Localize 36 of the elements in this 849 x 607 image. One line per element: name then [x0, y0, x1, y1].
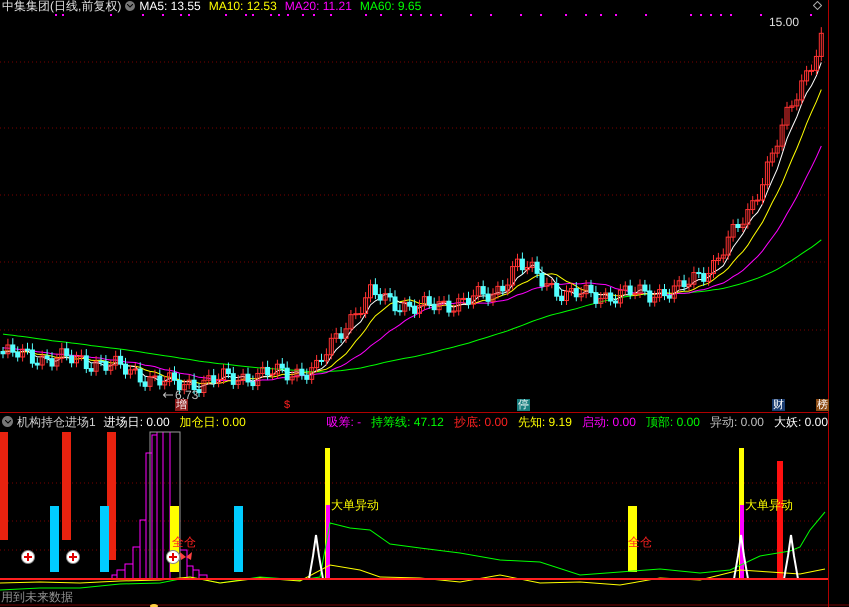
- spike-line: [308, 534, 324, 580]
- dropdown-icon[interactable]: [2, 416, 13, 427]
- event-marker[interactable]: 增: [175, 399, 188, 411]
- indicator-readout: 抄底: 0.00: [454, 414, 508, 428]
- ma-legend-value: MA5: 13.55: [139, 0, 201, 13]
- plus-icon: [66, 550, 80, 564]
- ma-legend-value: MA60: 9.65: [360, 0, 422, 13]
- indicator-title: 机构持仓进场1: [17, 414, 96, 428]
- indicator-readout: 大妖: 0.00: [774, 414, 828, 428]
- footer-note: 用到未来数据: [1, 590, 73, 604]
- arrow-icon: [163, 392, 173, 398]
- event-marker[interactable]: 停: [517, 399, 530, 411]
- spike-line: [783, 534, 799, 580]
- indicator-readout: 进场日: 0.00: [104, 414, 170, 428]
- dropdown-icon[interactable]: [125, 1, 136, 11]
- butterfly-icon: [180, 552, 192, 560]
- plus-icon: [21, 550, 35, 564]
- signal-bar: [50, 506, 59, 572]
- indicator-readout: 持筹线: 47.12: [371, 414, 444, 428]
- indicator-readout: 启动: 0.00: [582, 414, 636, 428]
- ma-legend-value: MA20: 11.21: [284, 0, 352, 13]
- indicator-readout: 异动: 0.00: [710, 414, 764, 428]
- spike-line: [733, 534, 749, 580]
- indicator-readout: 顶部: 0.00: [646, 414, 700, 428]
- indicator-readout: 加仓日: 0.00: [180, 414, 246, 428]
- indicator-readout: 先知: 9.19: [518, 414, 572, 428]
- event-marker[interactable]: $: [283, 399, 292, 411]
- signal-label: 大单异动: [331, 498, 379, 512]
- event-marker[interactable]: 财: [772, 399, 785, 411]
- ma-legend-value: MA10: 12.53: [208, 0, 277, 13]
- price-high-label: 15.00: [769, 15, 800, 29]
- event-marker[interactable]: 榜: [816, 399, 829, 411]
- signal-bar: [234, 506, 243, 572]
- indicator-readout: 吸筹: -: [326, 414, 362, 428]
- diamond-icon[interactable]: [813, 1, 822, 10]
- chart-title: 中集集团(日线,前复权): [2, 0, 122, 13]
